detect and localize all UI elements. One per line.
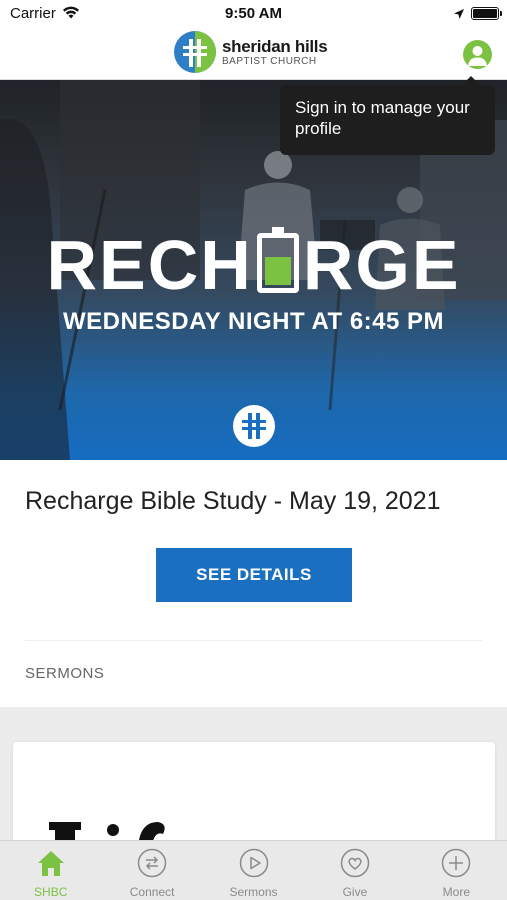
tab-bar: SHBC Connect Sermons Give More bbox=[0, 840, 507, 900]
profile-button[interactable] bbox=[463, 40, 492, 69]
event-section: Recharge Bible Study - May 19, 2021 SEE … bbox=[0, 460, 507, 707]
tab-connect[interactable]: Connect bbox=[101, 841, 202, 900]
tab-more[interactable]: More bbox=[406, 841, 507, 900]
tab-label: SHBC bbox=[34, 885, 68, 899]
see-details-button[interactable]: SEE DETAILS bbox=[156, 548, 352, 602]
hero-title-left: RECH bbox=[46, 226, 253, 304]
tab-sermons[interactable]: Sermons bbox=[203, 841, 304, 900]
logo-mark-icon bbox=[174, 31, 216, 73]
connect-icon bbox=[137, 848, 167, 878]
section-label-sermons: SERMONS bbox=[25, 665, 105, 682]
divider bbox=[25, 640, 482, 641]
battery-icon bbox=[471, 7, 502, 20]
tab-label: Give bbox=[342, 885, 368, 899]
hero-subtitle: WEDNESDAY NIGHT AT 6:45 PM bbox=[62, 308, 445, 335]
logo-subtitle: BAPTIST CHURCH bbox=[222, 55, 317, 67]
home-icon bbox=[36, 848, 66, 878]
sermon-card[interactable] bbox=[13, 742, 495, 852]
sermon-artwork bbox=[49, 822, 165, 852]
plus-icon bbox=[441, 848, 471, 878]
status-bar: Carrier 9:50 AM bbox=[0, 0, 507, 28]
hero-title: RECH RGE bbox=[0, 227, 507, 300]
profile-tooltip: Sign in to manage your profile bbox=[280, 76, 495, 155]
event-title: Recharge Bible Study - May 19, 2021 bbox=[25, 487, 441, 515]
heart-icon bbox=[340, 848, 370, 878]
user-icon bbox=[468, 46, 487, 66]
tab-label: Connect bbox=[129, 885, 175, 899]
tab-label: More bbox=[442, 885, 470, 899]
tab-shbc[interactable]: SHBC bbox=[0, 841, 101, 900]
church-logo: sheridan hills BAPTIST CHURCH bbox=[174, 31, 328, 73]
clock: 9:50 AM bbox=[225, 5, 282, 22]
battery-a-icon bbox=[256, 227, 299, 293]
logo-name: sheridan hills bbox=[222, 36, 328, 56]
play-icon bbox=[239, 848, 269, 878]
tab-label: Sermons bbox=[229, 885, 278, 899]
location-arrow-icon bbox=[453, 7, 465, 24]
tab-give[interactable]: Give bbox=[304, 841, 405, 900]
app-header: sheridan hills BAPTIST CHURCH bbox=[0, 28, 507, 80]
hero-title-right: RGE bbox=[302, 226, 461, 304]
hero-logo-icon bbox=[233, 405, 275, 447]
